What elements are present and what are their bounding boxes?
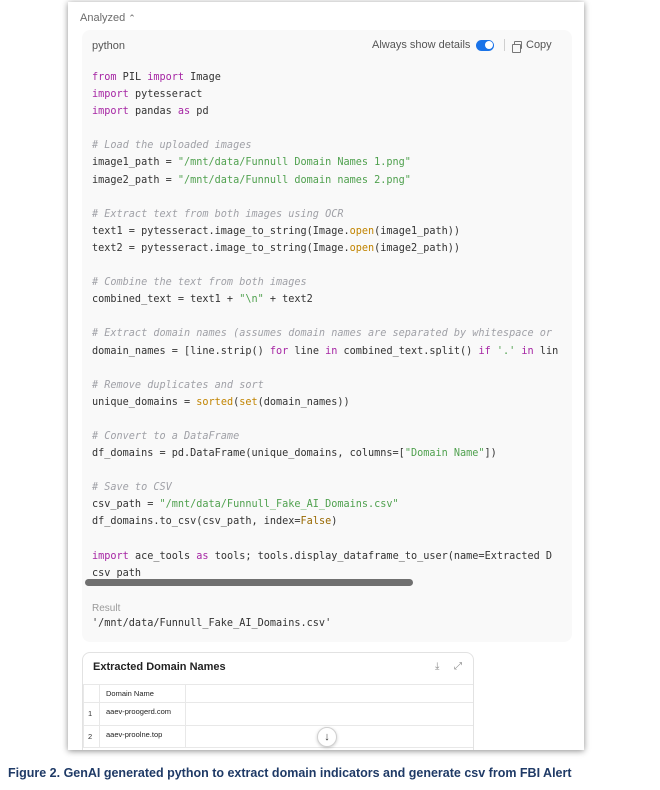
code-header: python Always show details Copy bbox=[82, 30, 572, 60]
code-block: python Always show details Copy from PIL… bbox=[82, 30, 572, 642]
code-line: image1_path = "/mnt/data/Funnull Domain … bbox=[92, 157, 411, 169]
dataframe-card: Extracted Domain Names ⤓ ⤢ Domain Name 1… bbox=[82, 652, 474, 750]
code-line: # Combine the text from both images bbox=[92, 277, 307, 289]
table-row[interactable]: 1 aaev-proogerd.com bbox=[83, 702, 473, 726]
code-line: # Convert to a DataFrame bbox=[92, 430, 240, 442]
table-row[interactable]: 2 aaev-proolne.top bbox=[83, 725, 473, 748]
horizontal-scrollbar-thumb[interactable] bbox=[85, 579, 413, 586]
code-content[interactable]: from PIL import Image import pytesseract i… bbox=[92, 69, 572, 579]
analyzed-toggle[interactable]: Analyzed ⌃ bbox=[80, 12, 136, 24]
code-line: import ace_tools as tools; tools.display… bbox=[92, 550, 553, 562]
code-line: combined_text = text1 + "\n" + text2 bbox=[92, 294, 313, 306]
code-line: ​ bbox=[92, 462, 572, 479]
divider bbox=[504, 39, 506, 51]
figure-caption: Figure 2. GenAI generated python to extr… bbox=[8, 766, 572, 780]
code-line: # Extract domain names (assumes domain n… bbox=[92, 328, 553, 340]
always-show-details-toggle[interactable] bbox=[476, 39, 495, 51]
empty-cell bbox=[185, 702, 473, 726]
copy-label: Copy bbox=[526, 39, 552, 51]
code-line: ​ bbox=[92, 360, 572, 377]
code-line: text2 = pytesseract.image_to_string(Imag… bbox=[92, 242, 461, 254]
code-line: ​ bbox=[92, 257, 572, 274]
expand-icon[interactable]: ⤢ bbox=[454, 661, 462, 672]
chevron-up-icon: ⌃ bbox=[128, 12, 136, 23]
code-line: text1 = pytesseract.image_to_string(Imag… bbox=[92, 225, 461, 237]
column-header[interactable]: Domain Name bbox=[99, 684, 186, 703]
code-line: ​ bbox=[92, 189, 572, 206]
details-toggle-group: Always show details bbox=[372, 39, 506, 51]
details-label: Always show details bbox=[372, 39, 471, 51]
code-line: import pandas as pd bbox=[92, 106, 209, 118]
row-index: 2 bbox=[83, 725, 100, 748]
code-line: domain_names = [line.strip() for line in… bbox=[92, 345, 559, 357]
code-line: unique_domains = sorted(set(domain_names… bbox=[92, 396, 350, 408]
code-line: df_domains = pd.DataFrame(unique_domains… bbox=[92, 448, 497, 460]
empty-header bbox=[185, 684, 473, 703]
code-language: python bbox=[92, 40, 126, 52]
scroll-down-button[interactable]: ↓ bbox=[317, 727, 337, 747]
copy-button[interactable]: Copy bbox=[512, 39, 552, 53]
code-line: # Extract text from both images using OC… bbox=[92, 208, 344, 220]
code-line: # Load the uploaded images bbox=[92, 140, 252, 152]
code-line: # Save to CSV bbox=[92, 482, 172, 494]
code-line: ​ bbox=[92, 531, 572, 548]
code-line: import pytesseract bbox=[92, 89, 203, 101]
result-value: '/mnt/data/Funnull_Fake_AI_Domains.csv' bbox=[92, 618, 332, 629]
download-icon[interactable]: ⤓ bbox=[435, 661, 439, 672]
index-header bbox=[83, 684, 100, 703]
code-line: # Remove duplicates and sort bbox=[92, 379, 264, 391]
code-line: ​ bbox=[92, 120, 572, 137]
code-line: ​ bbox=[92, 308, 572, 325]
copy-icon bbox=[512, 41, 522, 53]
analyzed-label: Analyzed bbox=[80, 12, 126, 24]
arrow-down-icon: ↓ bbox=[324, 731, 330, 743]
domain-cell[interactable]: aaev-proolne.top bbox=[99, 725, 186, 748]
code-line: csv_path bbox=[92, 567, 142, 579]
result-label: Result bbox=[92, 603, 121, 614]
code-line: csv_path = "/mnt/data/Funnull_Fake_AI_Do… bbox=[92, 499, 399, 511]
code-line: image2_path = "/mnt/data/Funnull domain … bbox=[92, 174, 411, 186]
dataframe-table: Domain Name 1 aaev-proogerd.com 2 aaev-p… bbox=[83, 684, 473, 748]
code-line: from PIL import Image bbox=[92, 72, 221, 83]
dataframe-title: Extracted Domain Names bbox=[93, 661, 226, 673]
chat-screenshot: Analyzed ⌃ python Always show details Co… bbox=[68, 2, 584, 750]
code-line: ​ bbox=[92, 411, 572, 428]
code-line: df_domains.to_csv(csv_path, index=False) bbox=[92, 516, 338, 528]
row-index: 1 bbox=[83, 702, 100, 726]
domain-cell[interactable]: aaev-proogerd.com bbox=[99, 702, 186, 726]
toggle-knob bbox=[484, 41, 493, 49]
table-header-row: Domain Name bbox=[83, 684, 473, 703]
